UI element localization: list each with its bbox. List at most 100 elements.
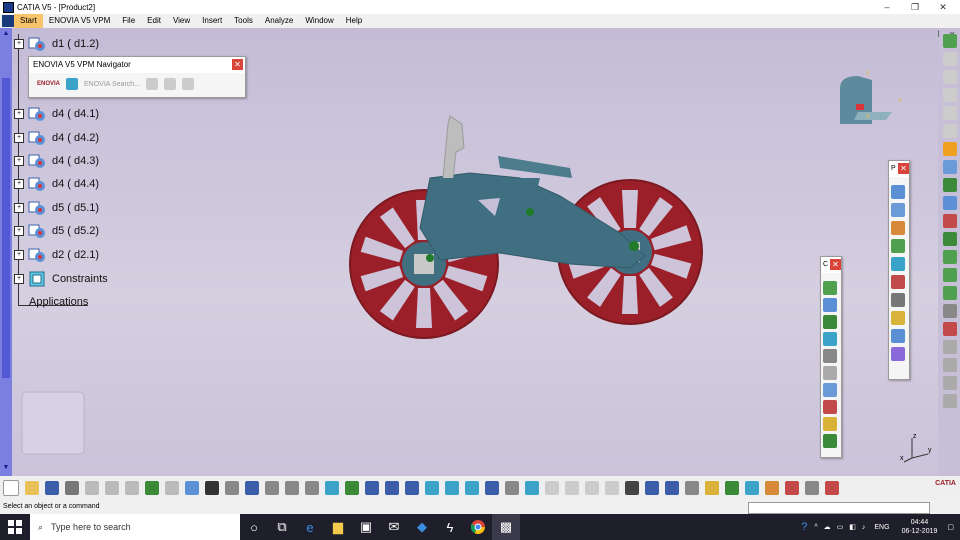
language-indicator[interactable]: ENG bbox=[874, 524, 889, 531]
tree-item[interactable]: + d5 ( d5.2) bbox=[14, 221, 99, 241]
close-button[interactable]: ✕ bbox=[932, 0, 954, 14]
flexible-icon[interactable] bbox=[823, 400, 837, 414]
load-icon[interactable] bbox=[891, 293, 905, 307]
notifications-icon[interactable]: ▢ bbox=[947, 523, 954, 531]
measure-icon[interactable] bbox=[943, 304, 957, 318]
zoom-in-icon[interactable] bbox=[385, 481, 399, 495]
toolbar-slot-icon[interactable] bbox=[943, 70, 957, 84]
update-icon[interactable] bbox=[943, 34, 957, 48]
quick-constraint-icon[interactable] bbox=[823, 383, 837, 397]
normal-view-icon[interactable] bbox=[425, 481, 439, 495]
grid-icon[interactable] bbox=[825, 481, 839, 495]
manipulate-icon[interactable] bbox=[943, 160, 957, 174]
tree-item[interactable]: + d4 ( d4.3) bbox=[14, 151, 99, 171]
help-icon[interactable]: ? bbox=[801, 521, 807, 533]
open-icon[interactable] bbox=[25, 481, 39, 495]
expand-icon[interactable]: + bbox=[14, 109, 24, 119]
menu-edit[interactable]: Edit bbox=[141, 14, 167, 28]
catalog-icon[interactable] bbox=[943, 322, 957, 336]
camera-icon[interactable] bbox=[625, 481, 639, 495]
tree-scrollbar[interactable]: ▲ ▼ bbox=[0, 28, 12, 476]
coincidence-constraint-icon[interactable] bbox=[823, 281, 837, 295]
panel-titlebar[interactable]: C ✕ bbox=[821, 257, 841, 273]
save-icon[interactable] bbox=[45, 481, 59, 495]
store-icon[interactable]: ▣ bbox=[352, 514, 380, 540]
measure-item-icon[interactable] bbox=[685, 481, 699, 495]
pan-icon[interactable] bbox=[345, 481, 359, 495]
fit-all-icon[interactable] bbox=[325, 481, 339, 495]
scene-icon[interactable] bbox=[943, 232, 957, 246]
law-icon[interactable] bbox=[285, 481, 299, 495]
menu-insert[interactable]: Insert bbox=[196, 14, 228, 28]
menu-enovia[interactable]: ENOVIA V5 VPM bbox=[43, 14, 116, 28]
contact-constraint-icon[interactable] bbox=[823, 298, 837, 312]
taskbar-search-input[interactable]: ⌕ Type here to search bbox=[30, 514, 240, 540]
toolbar-slot-icon[interactable] bbox=[943, 52, 957, 66]
menu-file[interactable]: File bbox=[116, 14, 141, 28]
design-table-icon[interactable] bbox=[265, 481, 279, 495]
panel-titlebar[interactable]: P ✕ bbox=[889, 161, 909, 177]
battery-icon[interactable]: ▭ bbox=[837, 523, 844, 531]
clash-icon[interactable] bbox=[943, 214, 957, 228]
iso-view-icon[interactable] bbox=[465, 481, 479, 495]
cortana-icon[interactable]: ○ bbox=[240, 514, 268, 540]
existing-component-icon[interactable] bbox=[891, 221, 905, 235]
panel-close-button[interactable]: ✕ bbox=[830, 259, 841, 270]
print-icon[interactable] bbox=[65, 481, 79, 495]
taskbar-clock[interactable]: 04:44 06-12-2019 bbox=[902, 518, 938, 536]
dropbox-icon[interactable]: ◆ bbox=[408, 514, 436, 540]
task-view-icon[interactable]: ⧉ bbox=[268, 514, 296, 540]
fix-component-icon[interactable] bbox=[823, 349, 837, 363]
reuse-pattern-icon[interactable] bbox=[823, 434, 837, 448]
expand-icon[interactable]: + bbox=[14, 203, 24, 213]
chrome-icon[interactable] bbox=[464, 514, 492, 540]
hide-show-icon[interactable] bbox=[505, 481, 519, 495]
toolbar-slot-icon[interactable] bbox=[943, 394, 957, 408]
tree-item[interactable]: + d1 ( d1.2) bbox=[14, 34, 99, 54]
command-input[interactable] bbox=[748, 502, 930, 514]
panel-close-button[interactable]: ✕ bbox=[232, 59, 243, 70]
annotation-icon[interactable] bbox=[943, 340, 957, 354]
tree-item[interactable]: + d4 ( d4.1) bbox=[14, 104, 99, 124]
enovia-navigator-panel[interactable]: ENOVIA V5 VPM Navigator ✕ ENOVIA ENOVIA … bbox=[28, 56, 246, 98]
paste-icon[interactable] bbox=[125, 481, 139, 495]
toolbar-slot-icon[interactable] bbox=[943, 88, 957, 102]
render-icon[interactable] bbox=[765, 481, 779, 495]
windows-start-button[interactable] bbox=[0, 514, 30, 540]
rotate-icon[interactable] bbox=[365, 481, 379, 495]
panel-close-button[interactable]: ✕ bbox=[898, 163, 909, 174]
tree-item-constraints[interactable]: + Constraints bbox=[14, 269, 108, 289]
expand-icon[interactable]: + bbox=[14, 39, 24, 49]
toolbar-slot-icon[interactable] bbox=[605, 481, 619, 495]
scroll-down-arrow[interactable]: ▼ bbox=[1, 464, 11, 474]
expand-icon[interactable]: + bbox=[14, 250, 24, 260]
expand-icon[interactable]: + bbox=[14, 179, 24, 189]
graph-tree-icon[interactable] bbox=[891, 257, 905, 271]
toolbar-slot-icon[interactable] bbox=[943, 124, 957, 138]
scroll-up-arrow[interactable]: ▲ bbox=[1, 30, 11, 40]
catia-task-icon[interactable]: ▩ bbox=[492, 514, 520, 540]
menu-analyze[interactable]: Analyze bbox=[259, 14, 299, 28]
winamp-icon[interactable]: ϟ bbox=[436, 514, 464, 540]
swap-visible-icon[interactable] bbox=[525, 481, 539, 495]
network-icon[interactable]: ◧ bbox=[849, 523, 856, 531]
redo-icon[interactable] bbox=[165, 481, 179, 495]
hole-icon[interactable] bbox=[943, 268, 957, 282]
new-icon[interactable] bbox=[3, 480, 19, 496]
component-icon[interactable] bbox=[891, 203, 905, 217]
replace-icon[interactable] bbox=[891, 239, 905, 253]
expand-icon[interactable]: + bbox=[14, 274, 24, 284]
panel-titlebar[interactable]: ENOVIA V5 VPM Navigator ✕ bbox=[29, 57, 245, 73]
select-pointer-icon[interactable] bbox=[943, 142, 957, 156]
filter-icon[interactable] bbox=[146, 78, 159, 90]
split-icon[interactable] bbox=[943, 250, 957, 264]
scrollbar-thumb[interactable] bbox=[2, 78, 10, 378]
snap-icon[interactable] bbox=[943, 178, 957, 192]
menu-help[interactable]: Help bbox=[340, 14, 368, 28]
toolbar-slot-icon[interactable] bbox=[943, 376, 957, 390]
floating-toolbar-p[interactable]: P ✕ bbox=[888, 160, 910, 380]
maximize-button[interactable]: ❐ bbox=[904, 0, 926, 14]
expand-icon[interactable]: + bbox=[14, 226, 24, 236]
expand-icon[interactable]: + bbox=[14, 156, 24, 166]
apply-material-icon[interactable] bbox=[805, 481, 819, 495]
